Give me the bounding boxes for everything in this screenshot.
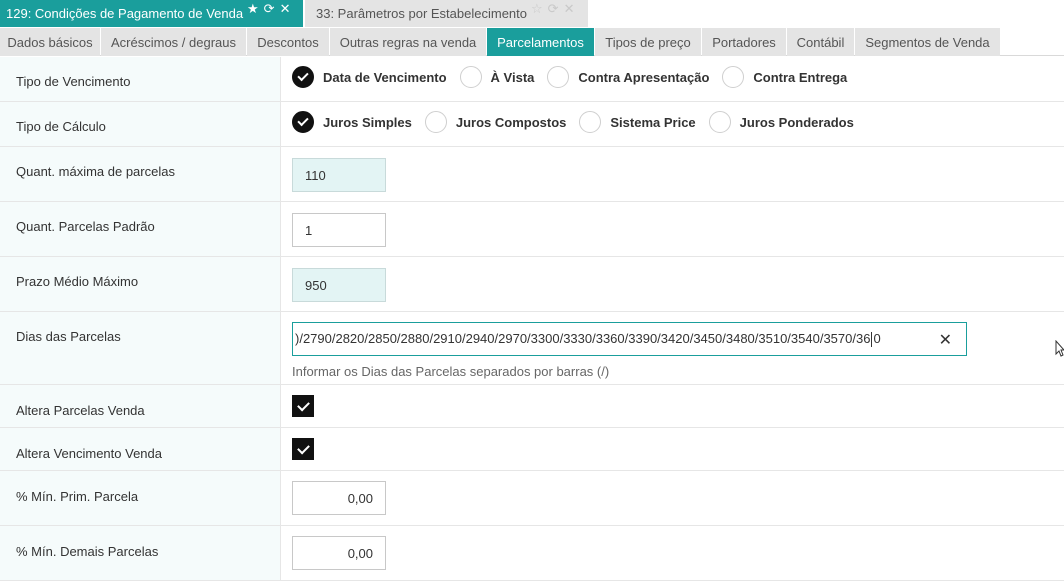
radio-checked-icon	[292, 66, 314, 88]
field-label: Tipo de Cálculo	[0, 102, 281, 146]
radio-label: Sistema Price	[610, 114, 696, 130]
row-dias-parcelas: Dias das Parcelas )/2790/2820/2850/2880/…	[0, 312, 1064, 385]
radio-unchecked-icon	[708, 111, 731, 133]
radio-label: Juros Simples	[323, 114, 412, 130]
field-label: Tipo de Vencimento	[0, 57, 281, 101]
tab-descontos[interactable]: Descontos	[247, 28, 329, 56]
tab-acrescimos-degraus[interactable]: Acréscimos / degraus	[101, 28, 246, 56]
window-tab-bar: 129: Condições de Pagamento de Venda ★ ⟳…	[0, 0, 1064, 28]
refresh-icon[interactable]: ⟳	[548, 1, 559, 17]
dias-parcelas-value: )/2790/2820/2850/2880/2910/2940/2970/330…	[295, 330, 881, 348]
window-tab-label: 129: Condições de Pagamento de Venda	[6, 6, 244, 21]
close-icon[interactable]: ✕	[564, 1, 575, 17]
tab-dados-basicos[interactable]: Dados básicos	[0, 28, 100, 56]
row-tipo-vencimento: Tipo de Vencimento Data de Vencimento À …	[0, 57, 1064, 102]
row-quant-maxima: Quant. máxima de parcelas 110	[0, 147, 1064, 202]
tab-outras-regras[interactable]: Outras regras na venda	[330, 28, 486, 56]
field-label: Prazo Médio Máximo	[0, 257, 281, 311]
row-min-prim-parcela: % Mín. Prim. Parcela 0,00	[0, 471, 1064, 526]
window-tab-condicoes-pagamento[interactable]: 129: Condições de Pagamento de Venda ★ ⟳…	[0, 0, 303, 27]
radio-sistema-price[interactable]: Sistema Price	[579, 111, 696, 133]
section-tab-bar: Dados básicos Acréscimos / degraus Desco…	[0, 28, 1064, 56]
radio-unchecked-icon	[424, 111, 447, 133]
window-tab-parametros-estabelecimento[interactable]: 33: Parâmetros por Estabelecimento ☆ ⟳ ✕	[305, 0, 588, 27]
close-icon[interactable]: ✕	[280, 1, 291, 17]
row-min-demais-parcelas: % Mín. Demais Parcelas 0,00	[0, 526, 1064, 581]
radio-contra-apresentacao[interactable]: Contra Apresentação	[547, 66, 709, 88]
radio-unchecked-icon	[459, 66, 482, 88]
tipo-calculo-radio-group: Juros Simples Juros Compostos Sistema Pr…	[292, 111, 867, 133]
altera-vencimento-checkbox[interactable]	[292, 438, 314, 460]
tab-segmentos-de-venda[interactable]: Segmentos de Venda	[855, 28, 1000, 56]
radio-label: Contra Apresentação	[578, 69, 710, 85]
window-tab-label: 33: Parâmetros por Estabelecimento	[316, 6, 527, 21]
quant-maxima-input[interactable]: 110	[292, 158, 386, 192]
field-label: % Mín. Demais Parcelas	[0, 526, 281, 580]
radio-label: Juros Ponderados	[739, 114, 854, 130]
radio-label: À Vista	[490, 69, 535, 85]
min-prim-parcela-input[interactable]: 0,00	[292, 481, 386, 515]
radio-juros-ponderados[interactable]: Juros Ponderados	[708, 111, 854, 133]
radio-unchecked-icon	[579, 111, 602, 133]
mouse-cursor-icon	[1055, 340, 1064, 357]
tab-portadores[interactable]: Portadores	[702, 28, 786, 56]
radio-unchecked-icon	[722, 66, 745, 88]
row-tipo-calculo: Tipo de Cálculo Juros Simples Juros Comp…	[0, 102, 1064, 147]
dias-parcelas-input[interactable]: )/2790/2820/2850/2880/2910/2940/2970/330…	[292, 322, 967, 356]
radio-a-vista[interactable]: À Vista	[459, 66, 535, 88]
refresh-icon[interactable]: ⟳	[264, 1, 275, 17]
radio-data-de-vencimento[interactable]: Data de Vencimento	[292, 66, 447, 88]
min-demais-parcelas-input[interactable]: 0,00	[292, 536, 386, 570]
radio-checked-icon	[292, 111, 314, 133]
row-altera-parcelas: Altera Parcelas Venda	[0, 385, 1064, 428]
radio-juros-compostos[interactable]: Juros Compostos	[424, 111, 567, 133]
radio-unchecked-icon	[547, 66, 570, 88]
tab-parcelamentos[interactable]: Parcelamentos	[487, 28, 594, 56]
field-label: Altera Parcelas Venda	[0, 385, 281, 427]
star-icon[interactable]: ☆	[531, 1, 543, 17]
radio-label: Contra Entrega	[753, 69, 848, 85]
field-label: Altera Vencimento Venda	[0, 428, 281, 470]
field-label: Quant. máxima de parcelas	[0, 147, 281, 201]
radio-label: Juros Compostos	[455, 114, 567, 130]
radio-contra-entrega[interactable]: Contra Entrega	[722, 66, 847, 88]
radio-juros-simples[interactable]: Juros Simples	[292, 111, 412, 133]
field-label: Dias das Parcelas	[0, 312, 281, 384]
row-prazo-medio: Prazo Médio Máximo 950	[0, 257, 1064, 312]
prazo-medio-input[interactable]: 950	[292, 268, 386, 302]
tipo-vencimento-radio-group: Data de Vencimento À Vista Contra Aprese…	[292, 66, 860, 88]
radio-label: Data de Vencimento	[323, 69, 447, 85]
field-label: % Mín. Prim. Parcela	[0, 471, 281, 525]
tab-contabil[interactable]: Contábil	[787, 28, 854, 56]
altera-parcelas-checkbox[interactable]	[292, 395, 314, 417]
clear-icon[interactable]: ✕	[939, 330, 952, 350]
row-altera-vencimento: Altera Vencimento Venda	[0, 428, 1064, 471]
row-quant-padrao: Quant. Parcelas Padrão 1	[0, 202, 1064, 257]
dias-parcelas-help: Informar os Dias das Parcelas separados …	[292, 364, 610, 379]
tab-tipos-de-preco[interactable]: Tipos de preço	[595, 28, 701, 56]
quant-padrao-input[interactable]: 1	[292, 213, 386, 247]
field-label: Quant. Parcelas Padrão	[0, 202, 281, 256]
star-icon[interactable]: ★	[247, 1, 259, 17]
